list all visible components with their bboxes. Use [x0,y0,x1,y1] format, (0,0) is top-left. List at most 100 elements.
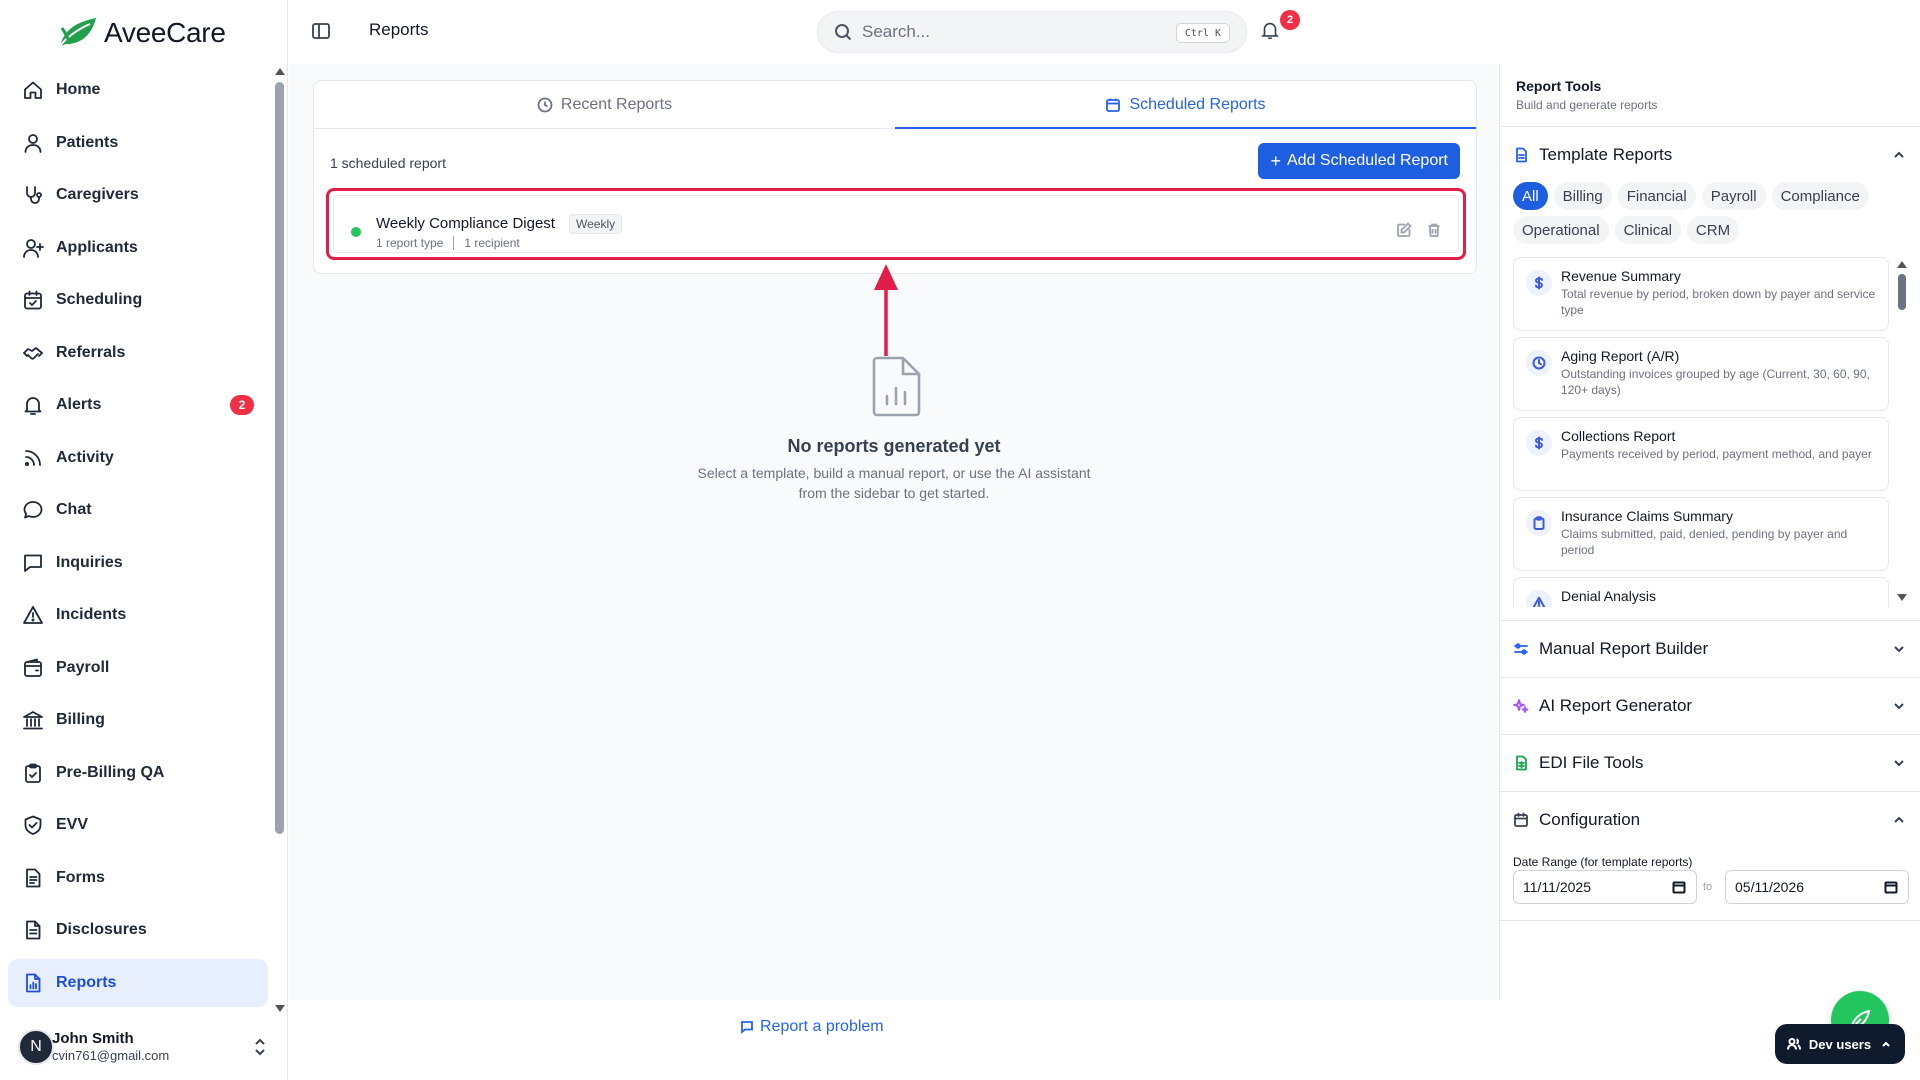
active-status-dot [351,227,361,237]
chevrons-up-down-icon[interactable] [252,1037,268,1057]
filter-chip-financial[interactable]: Financial [1617,182,1696,210]
sidebar-item-payroll[interactable]: Payroll [8,644,268,692]
sidebar-item-patients[interactable]: Patients [8,119,268,167]
template-card-aging-report-a-r[interactable]: Aging Report (A/R) Outstanding invoices g… [1513,337,1889,411]
template-reports-section-toggle[interactable]: Template Reports [1513,127,1906,183]
sidebar-item-label: Disclosures [56,921,147,938]
template-scrollbar[interactable] [1898,274,1906,310]
template-description: Total revenue by period, broken down by … [1561,287,1876,317]
sidebar: AveeCare Home Patients Caregivers Applicant… [0,0,288,1080]
section-title: Manual Report Builder [1539,639,1709,658]
report-problem-label: Report a problem [760,1018,884,1035]
sidebar-item-reports[interactable]: Reports [8,958,268,1007]
clipboard-check-icon [22,762,44,784]
sidebar-item-forms[interactable]: Forms [8,854,268,902]
meta-divider [453,236,455,250]
manual-report-builder-toggle[interactable]: Manual Report Builder [1513,621,1906,677]
search-shortcut: Ctrl K [1175,23,1230,43]
configuration-toggle[interactable]: Configuration [1513,792,1906,848]
search-bar[interactable]: Ctrl K [817,11,1247,53]
sidebar-item-applicants[interactable]: Applicants [8,224,268,272]
empty-report-icon [869,354,925,418]
panel-toggle-icon[interactable] [311,21,331,41]
wallet-icon [22,657,44,679]
edit-icon[interactable] [1396,222,1412,238]
template-name: Revenue Summary [1561,268,1681,284]
dev-users-button[interactable]: Dev users [1775,1024,1905,1064]
page-title: Reports [369,20,429,39]
ai-report-generator-toggle[interactable]: AI Report Generator [1513,678,1906,734]
edi-file-tools-toggle[interactable]: EDI File Tools [1513,735,1906,791]
sidebar-item-referrals[interactable]: Referrals [8,329,268,377]
sidebar-item-evv[interactable]: EVV [8,801,268,849]
template-card-revenue-summary[interactable]: Revenue Summary Total revenue by period, … [1513,257,1889,331]
sidebar-item-label: Scheduling [56,291,143,308]
rss-icon [22,447,44,469]
sidebar-scroll-down[interactable] [275,1005,285,1012]
filter-chip-all[interactable]: All [1513,182,1548,210]
date-from-input[interactable]: 11/11/2025 [1513,870,1697,904]
sidebar-item-alerts[interactable]: Alerts 2 [8,381,268,429]
shield-check-icon [22,814,44,836]
sidebar-item-home[interactable]: Home [8,66,268,114]
dollar-icon [1526,270,1552,296]
search-input[interactable] [862,22,1162,42]
empty-state-title: No reports generated yet [787,436,1001,456]
filter-chip-clinical[interactable]: Clinical [1614,216,1681,244]
home-icon [22,79,44,101]
sidebar-item-label: Reports [56,973,117,991]
sidebar-item-pre-billing-qa[interactable]: Pre-Billing QA [8,749,268,797]
sidebar-item-scheduling[interactable]: Scheduling [8,276,268,324]
sidebar-item-caregivers[interactable]: Caregivers [8,171,268,219]
leaf-logo-icon [57,18,96,49]
sidebar-item-label: Patients [56,133,119,151]
sidebar-scrollbar[interactable] [275,82,284,834]
footer-bar [289,1000,1499,1080]
template-card-insurance-claims-summary[interactable]: Insurance Claims Summary Claims submitted… [1513,497,1889,571]
date-to-value: 05/11/2026 [1735,879,1805,895]
section-title: Template Reports [1539,145,1673,164]
empty-state-description: Select a template, build a manual report… [697,465,1091,501]
template-scroll-up[interactable] [1897,261,1907,268]
sidebar-nav: Home Patients Caregivers Applicants Scheduli… [8,66,268,1012]
tab-scheduled-reports[interactable]: Scheduled Reports [895,81,1476,129]
sidebar-item-label: Pre-Billing QA [56,763,165,781]
filter-chip-billing[interactable]: Billing [1553,182,1612,210]
message-icon [741,1021,753,1034]
template-scroll-down[interactable] [1897,594,1907,601]
filter-chip-compliance[interactable]: Compliance [1771,182,1869,210]
filter-chip-payroll[interactable]: Payroll [1701,182,1766,210]
sidebar-item-activity[interactable]: Activity [8,434,268,482]
sidebar-item-label: Home [56,81,101,98]
template-card-collections-report[interactable]: Collections Report Payments received by p… [1513,417,1889,491]
plus-icon: + [1270,151,1281,171]
calendar-icon [22,289,44,311]
calendar-picker-icon[interactable] [1884,880,1898,894]
users-icon [1786,1038,1801,1050]
trash-icon[interactable] [1426,222,1442,238]
template-description: Outstanding invoices grouped by age (Cur… [1561,367,1870,397]
alerts-badge: 2 [230,395,254,415]
user-menu[interactable]: N John Smith cvin761@gmail.com [18,1022,274,1072]
filter-chip-operational[interactable]: Operational [1513,216,1609,244]
report-tools-title: Report Tools [1516,78,1602,94]
brand-logo[interactable]: AveeCare [56,14,226,52]
chevron-up-icon [1892,148,1906,162]
add-scheduled-report-button[interactable]: + Add Scheduled Report [1258,143,1460,179]
tab-recent-reports[interactable]: Recent Reports [314,81,895,128]
sidebar-item-disclosures[interactable]: Disclosures [8,906,268,954]
calendar-picker-icon[interactable] [1672,880,1686,894]
scheduled-report-item[interactable]: Weekly Compliance Digest Weekly 1 report… [326,188,1466,260]
sidebar-scroll-up[interactable] [275,68,285,75]
sidebar-item-chat[interactable]: Chat [8,486,268,534]
date-to-input[interactable]: 05/11/2026 [1725,870,1909,904]
sidebar-item-inquiries[interactable]: Inquiries [8,539,268,587]
sidebar-item-billing[interactable]: Billing [8,696,268,744]
filter-chip-crm[interactable]: CRM [1686,216,1740,244]
main-content: Recent Reports Scheduled Reports 1 sched… [289,64,1499,1000]
calendar-icon [1513,812,1529,828]
template-card-denial-analysis[interactable]: Denial Analysis [1513,577,1889,607]
notification-badge: 2 [1280,10,1300,30]
sidebar-item-incidents[interactable]: Incidents [8,591,268,639]
report-problem-link[interactable]: Report a problem [740,1018,884,1036]
